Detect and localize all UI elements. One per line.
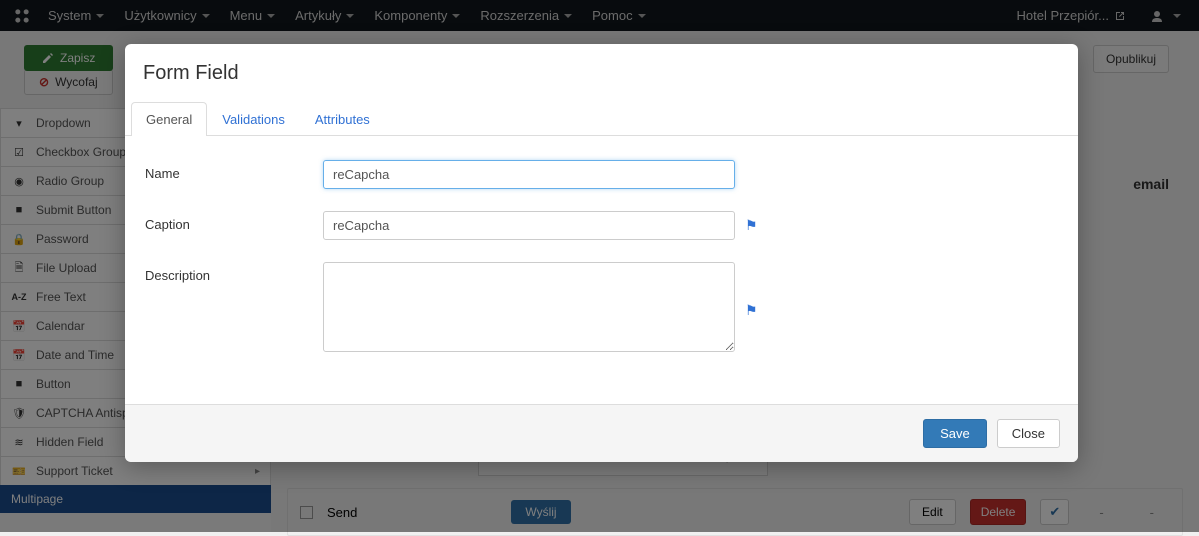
form-field-modal: Form Field General Validations Attribute… [125, 44, 1078, 462]
modal-body: Name Caption ⚑ Description ⚑ [125, 136, 1078, 404]
name-input[interactable] [323, 160, 735, 189]
description-textarea[interactable] [323, 262, 735, 352]
modal-header: Form Field [125, 44, 1078, 95]
modal-tabs: General Validations Attributes [125, 101, 1078, 136]
name-label: Name [145, 160, 323, 181]
form-row-caption: Caption ⚑ [145, 211, 1058, 240]
modal-title: Form Field [143, 62, 1058, 85]
caption-label: Caption [145, 211, 323, 232]
form-row-description: Description ⚑ [145, 262, 1058, 352]
close-button[interactable]: Close [997, 419, 1060, 448]
flag-icon[interactable]: ⚑ [745, 211, 758, 234]
tab-validations[interactable]: Validations [207, 102, 300, 136]
flag-icon[interactable]: ⚑ [745, 296, 758, 319]
caption-input[interactable] [323, 211, 735, 240]
save-button[interactable]: Save [923, 419, 987, 448]
tab-general[interactable]: General [131, 102, 207, 136]
form-row-name: Name [145, 160, 1058, 189]
modal-footer: Save Close [125, 404, 1078, 462]
tab-attributes[interactable]: Attributes [300, 102, 385, 136]
description-label: Description [145, 262, 323, 283]
